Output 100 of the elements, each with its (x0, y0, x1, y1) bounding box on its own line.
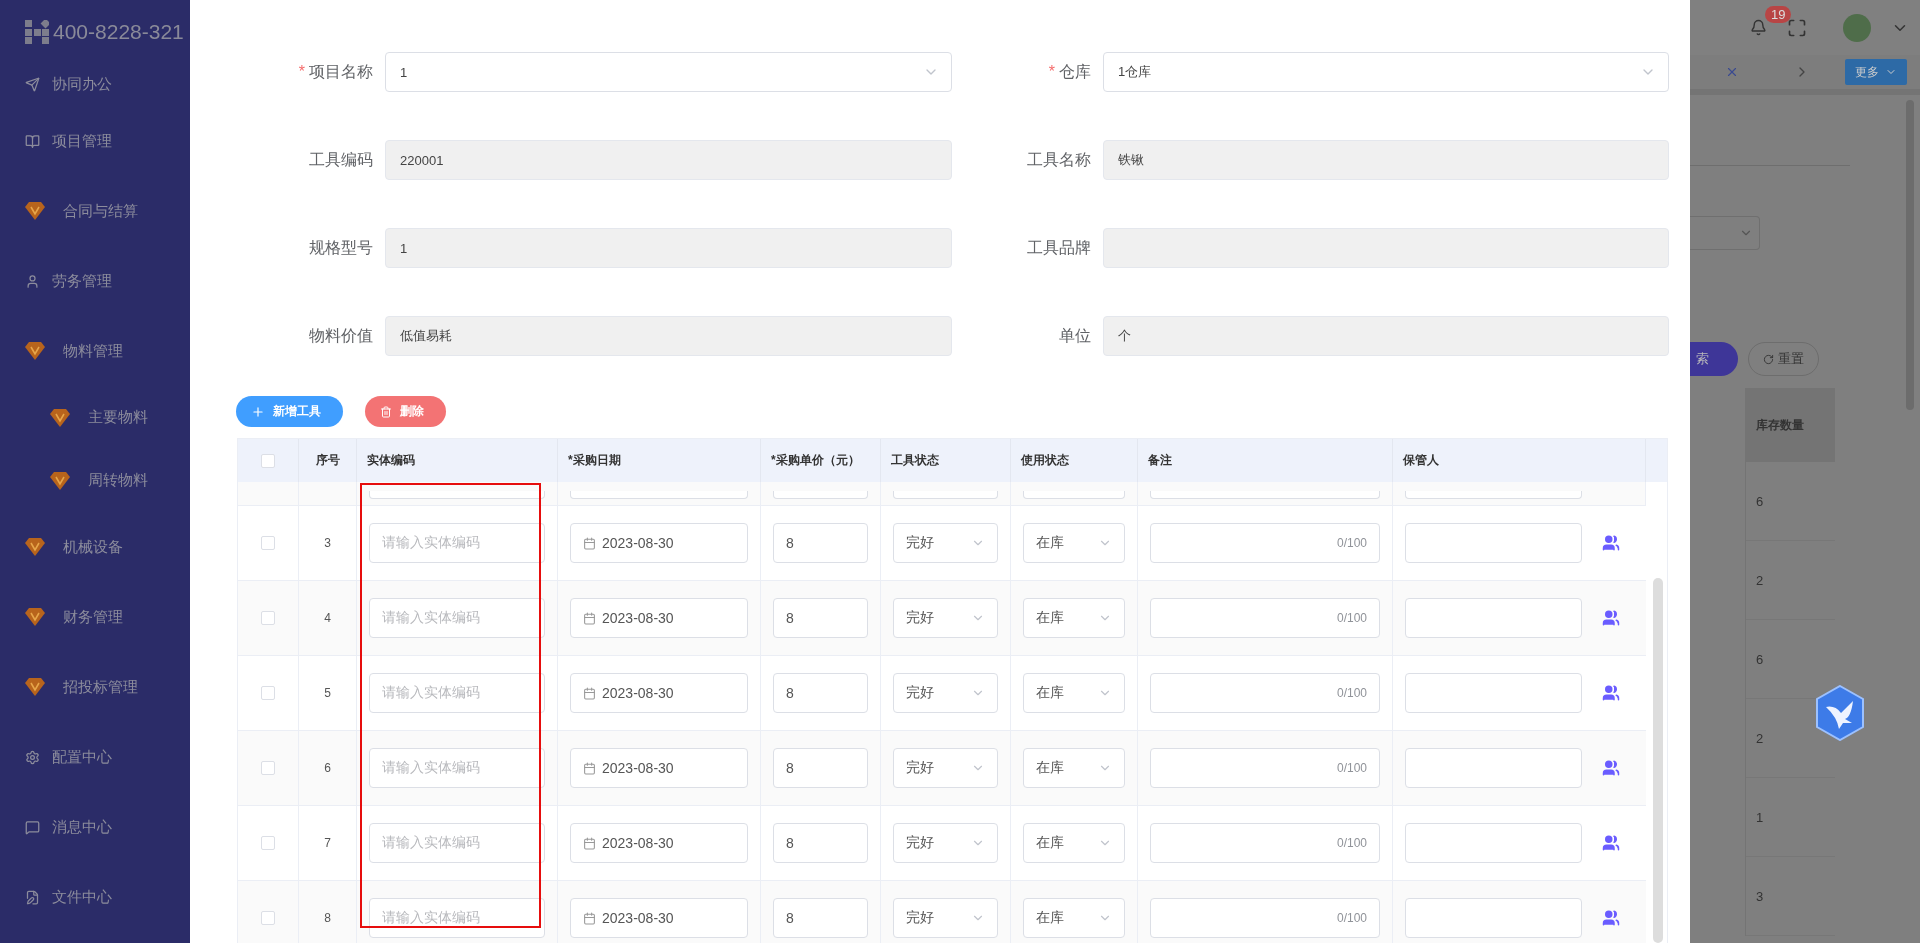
keeper-input[interactable] (1405, 673, 1582, 713)
people-icon[interactable] (1602, 609, 1620, 627)
nav-subitem[interactable]: 主要物料 (0, 386, 190, 449)
table-cell: 6 (1746, 462, 1835, 541)
nav-item[interactable]: 文件中心 (0, 862, 190, 932)
keeper-input[interactable] (1405, 823, 1582, 863)
tool-status-select[interactable]: 完好 (893, 748, 998, 788)
keeper-input[interactable] (1405, 748, 1582, 788)
nav-item[interactable]: 招投标管理 (0, 652, 190, 722)
nav-item[interactable]: 协同办公 (0, 62, 190, 106)
nav-item[interactable]: 机械设备 (0, 512, 190, 582)
keeper-input[interactable] (1405, 898, 1582, 938)
fullscreen-icon[interactable] (1787, 17, 1807, 38)
nav-item[interactable]: 配置中心 (0, 722, 190, 792)
readonly-field[interactable]: 220001 (385, 140, 952, 180)
trash-icon (380, 405, 392, 418)
search-button[interactable]: 索 (1690, 342, 1738, 376)
readonly-field[interactable]: 铁锹 (1103, 140, 1669, 180)
gem-icon (25, 538, 45, 556)
use-status-select[interactable]: 在库 (1023, 748, 1125, 788)
send-icon (25, 76, 40, 92)
use-status-select[interactable]: 在库 (1023, 523, 1125, 563)
row-number: 6 (324, 761, 331, 775)
price-input[interactable]: 8 (773, 598, 868, 638)
tool-status-select[interactable]: 完好 (893, 598, 998, 638)
gem-icon (25, 202, 45, 220)
row-number: 4 (324, 611, 331, 625)
nav-item[interactable]: 消息中心 (0, 792, 190, 862)
price-input[interactable]: 8 (773, 823, 868, 863)
document-icon (25, 889, 40, 905)
nav-item[interactable]: 劳务管理 (0, 246, 190, 316)
tool-status-select[interactable]: 完好 (893, 823, 998, 863)
use-status-select[interactable]: 在库 (1023, 673, 1125, 713)
select-field[interactable] (1690, 216, 1760, 250)
date-picker[interactable]: 2023-08-30 (570, 673, 748, 713)
book-icon (25, 133, 40, 149)
row-number: 7 (324, 836, 331, 850)
nav-subitem[interactable]: 周转物料 (0, 449, 190, 512)
keeper-input[interactable] (1405, 523, 1582, 563)
row-checkbox[interactable] (261, 453, 275, 468)
date-picker[interactable]: 2023-08-30 (570, 823, 748, 863)
price-input[interactable]: 8 (773, 748, 868, 788)
scrollbar-thumb[interactable] (1652, 578, 1663, 943)
nav-item[interactable]: 合同与结算 (0, 176, 190, 246)
people-icon[interactable] (1602, 534, 1620, 552)
gem-icon (25, 342, 45, 360)
row-number: 5 (324, 686, 331, 700)
plus-icon (251, 404, 265, 419)
close-icon[interactable] (1725, 65, 1739, 79)
use-status-select[interactable]: 在库 (1023, 898, 1125, 938)
date-picker[interactable]: 2023-08-30 (570, 898, 748, 938)
select-field[interactable]: 1仓库 (1103, 52, 1669, 92)
use-status-select[interactable]: 在库 (1023, 598, 1125, 638)
select-field[interactable]: 1 (385, 52, 952, 92)
calendar-icon (583, 686, 596, 700)
bell-icon[interactable] (1750, 19, 1767, 36)
avatar[interactable] (1843, 13, 1871, 42)
readonly-field[interactable]: 低值易耗 (385, 316, 952, 356)
price-input[interactable]: 8 (773, 673, 868, 713)
readonly-field[interactable] (1103, 228, 1669, 268)
nav-item[interactable]: 项目管理 (0, 106, 190, 176)
column-header: 序号 (315, 452, 340, 469)
people-icon[interactable] (1602, 759, 1620, 777)
more-button[interactable]: 更多 (1845, 59, 1907, 85)
nav-item[interactable]: 财务管理 (0, 582, 190, 652)
readonly-field[interactable]: 1 (385, 228, 952, 268)
chat-icon (25, 819, 40, 835)
row-checkbox[interactable] (261, 686, 275, 700)
row-checkbox[interactable] (261, 911, 275, 925)
use-status-select[interactable]: 在库 (1023, 823, 1125, 863)
field-label: 单位 (1058, 325, 1091, 346)
column-header: 使用状态 (1021, 452, 1069, 469)
tool-status-select[interactable]: 完好 (893, 523, 998, 563)
price-input[interactable]: 8 (773, 898, 868, 938)
row-checkbox[interactable] (261, 836, 275, 850)
row-checkbox[interactable] (261, 761, 275, 775)
price-input[interactable]: 8 (773, 523, 868, 563)
tool-status-select[interactable]: 完好 (893, 673, 998, 713)
row-checkbox[interactable] (261, 536, 275, 550)
settings-icon (25, 749, 40, 765)
user-icon (25, 273, 40, 289)
field-label: * 项目名称 (297, 61, 373, 82)
keeper-input[interactable] (1405, 598, 1582, 638)
calendar-icon (583, 536, 596, 550)
calendar-icon (583, 611, 596, 625)
refresh-icon (1763, 353, 1774, 365)
people-icon[interactable] (1602, 684, 1620, 702)
bird-hexagon-icon[interactable] (1815, 685, 1865, 741)
people-icon[interactable] (1602, 834, 1620, 852)
row-checkbox[interactable] (261, 611, 275, 625)
people-icon[interactable] (1602, 909, 1620, 927)
tool-status-select[interactable]: 完好 (893, 898, 998, 938)
column-header: *采购日期 (568, 452, 621, 469)
nav-item[interactable]: 物料管理 (0, 316, 190, 386)
gem-icon (50, 408, 70, 427)
date-picker[interactable]: 2023-08-30 (570, 523, 748, 563)
readonly-field[interactable]: 个 (1103, 316, 1669, 356)
date-picker[interactable]: 2023-08-30 (570, 748, 748, 788)
date-picker[interactable]: 2023-08-30 (570, 598, 748, 638)
gem-icon (25, 608, 45, 626)
